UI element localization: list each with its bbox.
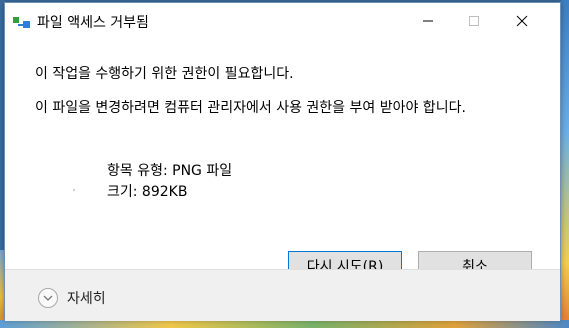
- dialog-footer: 자세히: [5, 269, 560, 321]
- dialog-content: 이 작업을 수행하기 위한 권한이 필요합니다. 이 파일을 변경하려면 컴퓨터…: [5, 39, 560, 281]
- chevron-down-icon: [38, 288, 58, 308]
- primary-message: 이 작업을 수행하기 위한 권한이 필요합니다.: [35, 66, 294, 82]
- file-type-text: 항목 유형: PNG 파일: [107, 163, 233, 179]
- file-info: 항목 유형: PNG 파일 크기: 892KB: [107, 161, 232, 203]
- maximize-button[interactable]: [451, 3, 497, 39]
- background-app-right: [561, 0, 569, 328]
- file-thumbnail: [73, 189, 75, 191]
- details-toggle[interactable]: 자세히: [38, 286, 158, 310]
- secondary-message: 이 파일을 변경하려면 컴퓨터 관리자에서 사용 권한을 부여 받아야 합니다.: [35, 100, 466, 116]
- details-label: 자세히: [67, 291, 106, 307]
- file-access-denied-dialog: 파일 액세스 거부됨 이 작업을 수행하기 위한 권한이 필요합니다. 이 파일…: [4, 2, 561, 321]
- maximize-icon: [468, 12, 480, 31]
- close-button[interactable]: [499, 3, 545, 39]
- minimize-button[interactable]: [405, 3, 451, 39]
- close-icon: [516, 12, 528, 31]
- file-size-text: 크기: 892KB: [107, 184, 188, 200]
- title-bar[interactable]: 파일 액세스 거부됨: [5, 3, 560, 39]
- dialog-title: 파일 액세스 거부됨: [37, 15, 149, 31]
- minimize-icon: [422, 12, 434, 31]
- file-transfer-icon: [13, 14, 31, 28]
- background-app-bottom: [0, 320, 569, 328]
